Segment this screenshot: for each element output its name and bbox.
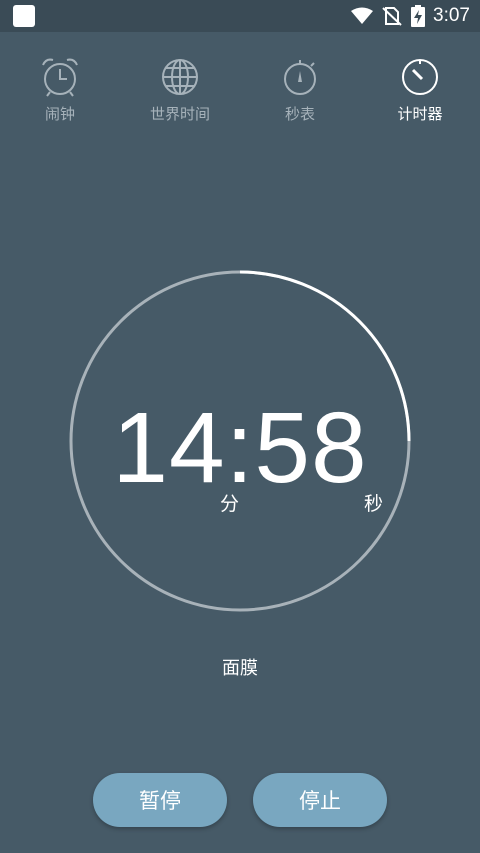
pause-button[interactable]: 暂停 bbox=[93, 773, 227, 827]
notification-app-icon bbox=[13, 5, 35, 27]
tab-timer[interactable]: 计时器 bbox=[360, 55, 480, 135]
tab-stopwatch-label: 秒表 bbox=[284, 105, 315, 123]
battery-charging-icon bbox=[411, 5, 426, 27]
wifi-icon bbox=[351, 7, 374, 24]
tab-stopwatch[interactable]: 秒表 bbox=[240, 55, 360, 135]
stopwatch-icon bbox=[284, 60, 316, 95]
timer-time-display: 14:58 bbox=[0, 398, 480, 498]
status-bar: 3:07 bbox=[0, 0, 480, 32]
timer-separator: : bbox=[225, 392, 255, 504]
alarm-clock-icon bbox=[42, 58, 78, 97]
globe-icon bbox=[162, 59, 198, 95]
timer-minutes: 14 bbox=[112, 392, 226, 504]
stop-button[interactable]: 停止 bbox=[253, 773, 387, 827]
tab-bar: 闹钟 世界时间 秒表 计时器 bbox=[0, 55, 480, 135]
status-time: 3:07 bbox=[433, 5, 470, 26]
timer-label[interactable]: 面膜 bbox=[0, 654, 480, 680]
timer-icon bbox=[402, 59, 438, 95]
seconds-unit-label: 秒 bbox=[364, 493, 384, 515]
tab-timer-label: 计时器 bbox=[397, 105, 443, 123]
tab-alarm[interactable]: 闹钟 bbox=[0, 55, 120, 135]
timer-seconds: 58 bbox=[254, 392, 368, 504]
tab-world-clock-label: 世界时间 bbox=[149, 105, 210, 123]
no-sim-icon bbox=[382, 7, 402, 26]
tab-alarm-label: 闹钟 bbox=[44, 105, 75, 123]
minutes-unit-label: 分 bbox=[220, 493, 240, 515]
tab-world-clock[interactable]: 世界时间 bbox=[120, 55, 240, 135]
status-icons: 3:07 bbox=[351, 0, 470, 32]
